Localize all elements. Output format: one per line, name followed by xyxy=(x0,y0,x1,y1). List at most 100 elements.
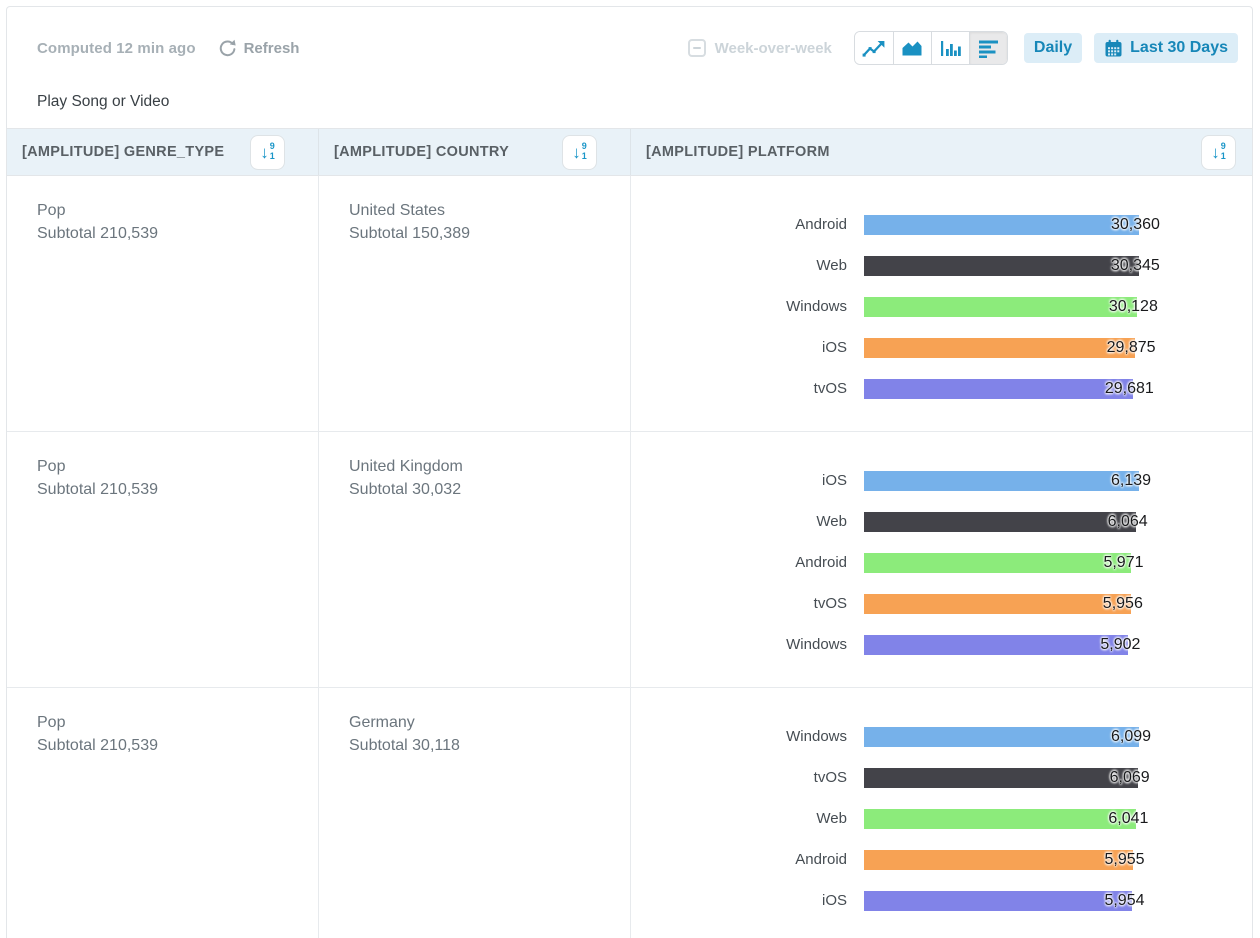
bar-row: tvOS 5,956 xyxy=(631,583,1252,624)
bar-category-label: tvOS xyxy=(631,595,847,612)
bar[interactable] xyxy=(864,379,1133,399)
bar-row: Web30,345 xyxy=(631,245,1252,286)
bar-track: 6,041 xyxy=(864,809,1139,829)
bar[interactable] xyxy=(864,850,1133,870)
bar[interactable] xyxy=(864,594,1131,614)
bar[interactable] xyxy=(864,809,1136,829)
country-subtotal: Subtotal 150,389 xyxy=(349,222,610,245)
sort-descending-icon: ↓ xyxy=(260,144,269,161)
country-value: Germany xyxy=(349,711,610,734)
interval-daily-button[interactable]: Daily xyxy=(1024,33,1082,63)
bar[interactable] xyxy=(864,215,1139,235)
bar-category-label: Web xyxy=(631,513,847,530)
country-subtotal: Subtotal 30,118 xyxy=(349,734,610,757)
bar-row: Android 30,360 xyxy=(631,204,1252,245)
chart-type-area-button[interactable] xyxy=(893,32,931,64)
chart-type-column-button[interactable] xyxy=(931,32,969,64)
platform-bar-chart: iOS6,139Web6,064Android5,971tvOS5,956Win… xyxy=(630,432,1252,687)
sort-9-1-icon: 91 xyxy=(270,142,275,162)
bar[interactable] xyxy=(864,471,1139,491)
bar-category-label: Android xyxy=(631,851,847,868)
bar-track: 29,681 xyxy=(864,379,1139,399)
bar-category-label: Android xyxy=(631,216,847,233)
column-header-label: [AMPLITUDE] GENRE_TYPE xyxy=(22,144,224,160)
daily-label: Daily xyxy=(1034,39,1072,57)
bar-row: iOS5,954 xyxy=(631,880,1252,921)
bar-value-label: 6,069 xyxy=(1110,769,1150,787)
event-title: Play Song or Video xyxy=(37,93,1252,111)
week-over-week-label: Week-over-week xyxy=(715,40,832,57)
bar[interactable] xyxy=(864,768,1138,788)
country-cell: Germany Subtotal 30,118 xyxy=(318,688,630,938)
bar-row: iOS29,875 xyxy=(631,327,1252,368)
genre-cell: Pop Subtotal 210,539 xyxy=(7,176,318,431)
bar-category-label: Android xyxy=(631,554,847,571)
bar-category-label: tvOS xyxy=(631,380,847,397)
calendar-icon xyxy=(1104,39,1123,58)
toolbar: Computed 12 min ago Refresh Week-over-we… xyxy=(7,7,1252,65)
bar-value-label: 29,875 xyxy=(1107,339,1156,357)
line-chart-icon xyxy=(862,39,885,58)
bar-value-label: 5,954 xyxy=(1104,892,1144,910)
bar-value-label: 5,955 xyxy=(1105,851,1145,869)
bar-category-label: iOS xyxy=(631,472,847,489)
bar[interactable] xyxy=(864,635,1128,655)
country-subtotal: Subtotal 30,032 xyxy=(349,478,610,501)
bar-track: 5,955 xyxy=(864,850,1139,870)
bar-row: Web6,041 xyxy=(631,798,1252,839)
column-header-genre-type: [AMPLITUDE] GENRE_TYPE ↓ 91 xyxy=(7,129,318,175)
sort-button-platform[interactable]: ↓ 91 xyxy=(1201,135,1236,170)
bar[interactable] xyxy=(864,297,1137,317)
week-over-week-toggle[interactable]: Week-over-week xyxy=(688,39,832,57)
country-value: United Kingdom xyxy=(349,455,610,478)
column-header-label: [AMPLITUDE] PLATFORM xyxy=(646,144,830,160)
table-row: Pop Subtotal 210,539 United Kingdom Subt… xyxy=(7,432,1252,688)
table-header: [AMPLITUDE] GENRE_TYPE ↓ 91 [AMPLITUDE] … xyxy=(7,128,1252,176)
bar-row: Android 5,971 xyxy=(631,542,1252,583)
bar-value-label: 30,360 xyxy=(1111,216,1160,234)
bar-value-label: 5,956 xyxy=(1103,595,1143,613)
genre-subtotal: Subtotal 210,539 xyxy=(37,478,298,501)
refresh-button[interactable]: Refresh xyxy=(218,39,300,58)
table-row: Pop Subtotal 210,539 Germany Subtotal 30… xyxy=(7,688,1252,938)
bar-value-label: 5,971 xyxy=(1103,554,1143,572)
indeterminate-checkbox-icon[interactable] xyxy=(688,39,706,57)
bar-track: 30,360 xyxy=(864,215,1139,235)
country-cell: United States Subtotal 150,389 xyxy=(318,176,630,431)
bar-row: Windows30,128 xyxy=(631,286,1252,327)
bar-track: 30,128 xyxy=(864,297,1139,317)
column-header-country: [AMPLITUDE] COUNTRY ↓ 91 xyxy=(318,129,630,175)
bar[interactable] xyxy=(864,512,1136,532)
bar-row: iOS6,139 xyxy=(631,460,1252,501)
computed-timestamp: Computed 12 min ago xyxy=(37,40,196,57)
sort-button-country[interactable]: ↓ 91 xyxy=(562,135,597,170)
bar-track: 6,064 xyxy=(864,512,1139,532)
genre-value: Pop xyxy=(37,199,298,222)
bar[interactable] xyxy=(864,553,1131,573)
sort-9-1-icon: 91 xyxy=(1221,142,1226,162)
chart-type-horizontal-bar-button[interactable] xyxy=(969,32,1007,64)
bar-track: 5,956 xyxy=(864,594,1139,614)
genre-subtotal: Subtotal 210,539 xyxy=(37,734,298,757)
bar-value-label: 30,128 xyxy=(1109,298,1158,316)
bar-category-label: Web xyxy=(631,257,847,274)
column-header-platform: [AMPLITUDE] PLATFORM ↓ 91 xyxy=(630,129,1252,175)
genre-value: Pop xyxy=(37,455,298,478)
horizontal-bar-chart-icon xyxy=(978,39,999,58)
sort-9-1-icon: 91 xyxy=(582,142,587,162)
bar-value-label: 6,064 xyxy=(1108,513,1148,531)
sort-button-genre-type[interactable]: ↓ 91 xyxy=(250,135,285,170)
bar[interactable] xyxy=(864,891,1132,911)
bar-category-label: Windows xyxy=(631,728,847,745)
toolbar-right: Week-over-week xyxy=(688,31,1238,65)
bar[interactable] xyxy=(864,727,1139,747)
bar[interactable] xyxy=(864,338,1135,358)
bar[interactable] xyxy=(864,256,1139,276)
bar-row: Web 6,064 xyxy=(631,501,1252,542)
platform-bar-chart: Android 30,360 Web30,345Windows30,128iOS29… xyxy=(630,176,1252,431)
genre-subtotal: Subtotal 210,539 xyxy=(37,222,298,245)
sort-descending-icon: ↓ xyxy=(1211,144,1220,161)
bar-value-label: 5,902 xyxy=(1100,636,1140,654)
date-range-button[interactable]: Last 30 Days xyxy=(1094,33,1238,63)
chart-type-line-button[interactable] xyxy=(855,32,893,64)
